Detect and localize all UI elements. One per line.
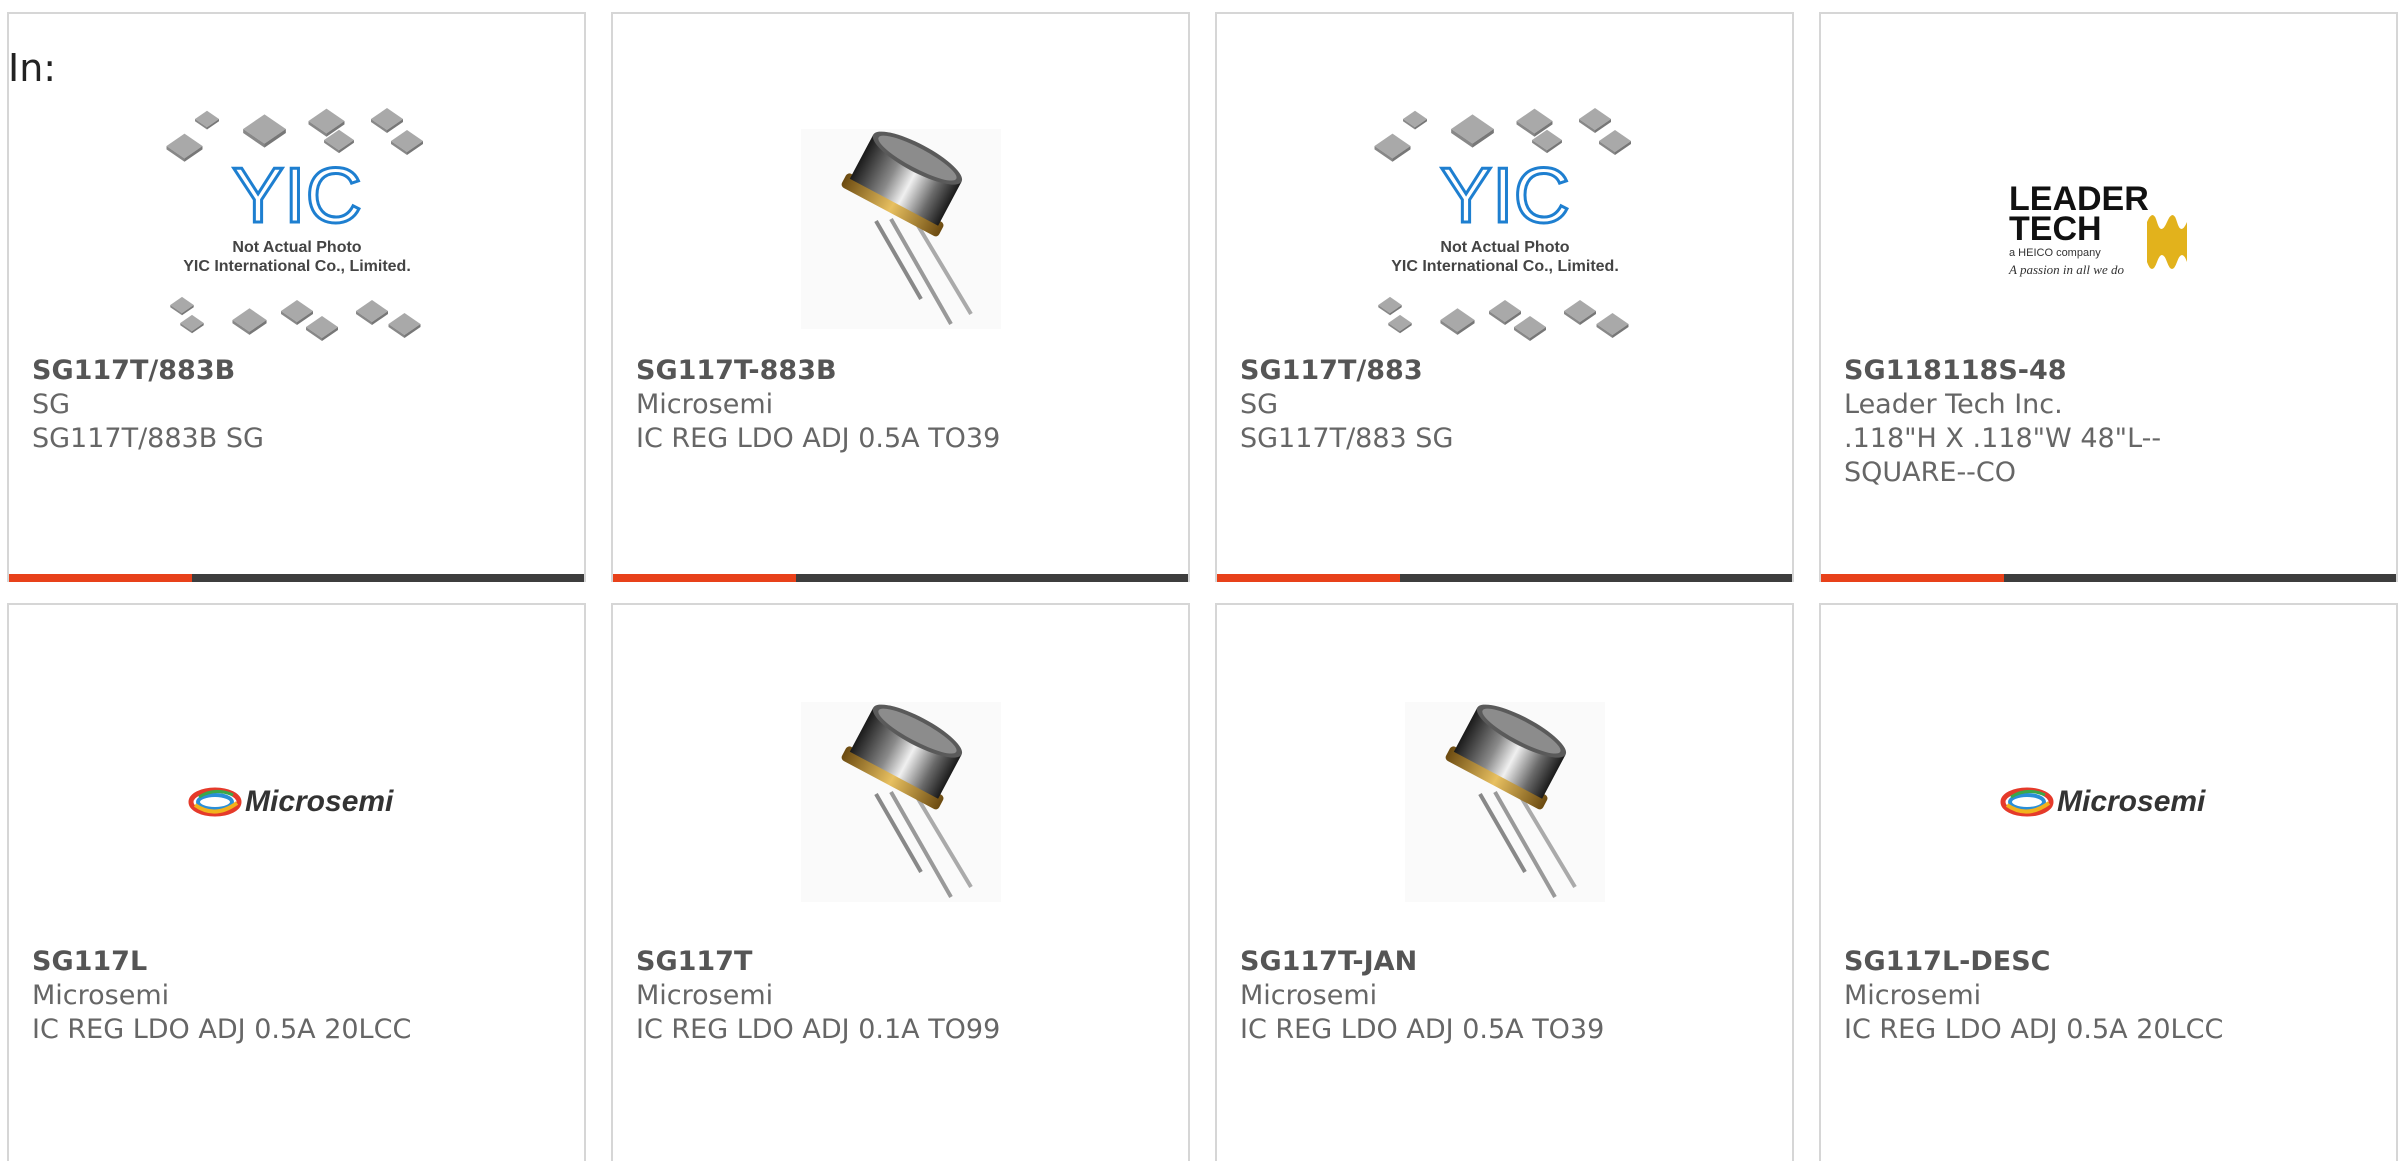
manufacturer: SG <box>1240 389 1279 420</box>
part-number[interactable]: SG117L-DESC <box>1844 945 2276 979</box>
manufacturer: Microsemi <box>1844 980 1982 1011</box>
description: IC REG LDO ADJ 0.5A 20LCC <box>32 1014 412 1045</box>
card-accent-bar <box>9 574 584 582</box>
microsemi-logo: Microsemi <box>9 667 584 937</box>
product-card-8[interactable]: Microsemi SG117L-DESC Microsemi IC REG L… <box>1819 603 2398 1161</box>
part-number[interactable]: SG117L <box>32 945 464 979</box>
product-card-2[interactable]: SG117T-883B Microsemi IC REG LDO ADJ 0.5… <box>611 12 1190 582</box>
svg-text:YIC International Co., Limited: YIC International Co., Limited. <box>1391 258 1619 275</box>
svg-text:TECH: TECH <box>2009 210 2102 248</box>
part-number[interactable]: SG117T-JAN <box>1240 945 1672 979</box>
part-number[interactable]: SG117T-883B <box>636 354 1068 388</box>
product-info: SG117T/883B SG SG117T/883B SG <box>32 354 464 456</box>
product-card-3[interactable]: YIC Not Actual Photo YIC International C… <box>1215 12 1794 582</box>
card-accent-bar <box>613 574 1188 582</box>
svg-text:Microsemi: Microsemi <box>245 785 394 818</box>
manufacturer: Leader Tech Inc. <box>1844 389 2063 420</box>
manufacturer: Microsemi <box>32 980 170 1011</box>
card-accent-bar <box>1217 574 1792 582</box>
product-info: SG117L Microsemi IC REG LDO ADJ 0.5A 20L… <box>32 945 464 1047</box>
product-card-6[interactable]: SG117T Microsemi IC REG LDO ADJ 0.1A TO9… <box>611 603 1190 1161</box>
part-number[interactable]: SG117T/883 <box>1240 354 1672 388</box>
svg-text:YIC International Co., Limited: YIC International Co., Limited. <box>183 258 411 275</box>
description: IC REG LDO ADJ 0.5A TO39 <box>1240 1014 1605 1045</box>
manufacturer: Microsemi <box>636 980 774 1011</box>
product-info: SG117T/883 SG SG117T/883 SG <box>1240 354 1672 456</box>
svg-text:Not Actual Photo: Not Actual Photo <box>232 239 361 256</box>
product-info: SG118118S-48 Leader Tech Inc. .118"H X .… <box>1844 354 2276 490</box>
product-info: SG117L-DESC Microsemi IC REG LDO ADJ 0.5… <box>1844 945 2276 1047</box>
product-card-7[interactable]: SG117T-JAN Microsemi IC REG LDO ADJ 0.5A… <box>1215 603 1794 1161</box>
transistor-photo <box>1217 667 1792 937</box>
product-info: SG117T-JAN Microsemi IC REG LDO ADJ 0.5A… <box>1240 945 1672 1047</box>
description: IC REG LDO ADJ 0.5A TO39 <box>636 423 1001 454</box>
filter-label: In: <box>8 46 57 90</box>
manufacturer: SG <box>32 389 71 420</box>
leader-tech-logo: LEADER TECH a HEICO company A passion in… <box>1821 94 2396 364</box>
svg-text:Microsemi: Microsemi <box>2057 785 2206 818</box>
yic-placeholder-image: YIC Not Actual Photo YIC International C… <box>1217 94 1792 364</box>
svg-text:A passion in all we do: A passion in all we do <box>2008 262 2124 277</box>
description: IC REG LDO ADJ 0.5A 20LCC <box>1844 1014 2224 1045</box>
svg-text:YIC: YIC <box>1439 151 1569 239</box>
part-number[interactable]: SG118118S-48 <box>1844 354 2276 388</box>
svg-text:YIC: YIC <box>231 151 361 239</box>
description: SG117T/883B SG <box>32 423 264 454</box>
description: .118"H X .118"W 48"L--SQUARE--CO <box>1844 423 2162 488</box>
part-number[interactable]: SG117T/883B <box>32 354 464 388</box>
manufacturer: Microsemi <box>636 389 774 420</box>
microsemi-logo: Microsemi <box>1821 667 2396 937</box>
product-card-4[interactable]: LEADER TECH a HEICO company A passion in… <box>1819 12 2398 582</box>
part-number[interactable]: SG117T <box>636 945 1068 979</box>
description: SG117T/883 SG <box>1240 423 1454 454</box>
svg-text:a HEICO company: a HEICO company <box>2009 247 2101 259</box>
product-card-1[interactable]: YIC Not Actual Photo YIC International C… <box>7 12 586 582</box>
description: IC REG LDO ADJ 0.1A TO99 <box>636 1014 1001 1045</box>
manufacturer: Microsemi <box>1240 980 1378 1011</box>
card-accent-bar <box>1821 574 2396 582</box>
transistor-photo <box>613 667 1188 937</box>
product-card-5[interactable]: Microsemi SG117L Microsemi IC REG LDO AD… <box>7 603 586 1161</box>
product-info: SG117T-883B Microsemi IC REG LDO ADJ 0.5… <box>636 354 1068 456</box>
transistor-photo <box>613 94 1188 364</box>
yic-placeholder-image: YIC Not Actual Photo YIC International C… <box>9 94 584 364</box>
svg-text:Not Actual Photo: Not Actual Photo <box>1440 239 1569 256</box>
product-info: SG117T Microsemi IC REG LDO ADJ 0.1A TO9… <box>636 945 1068 1047</box>
